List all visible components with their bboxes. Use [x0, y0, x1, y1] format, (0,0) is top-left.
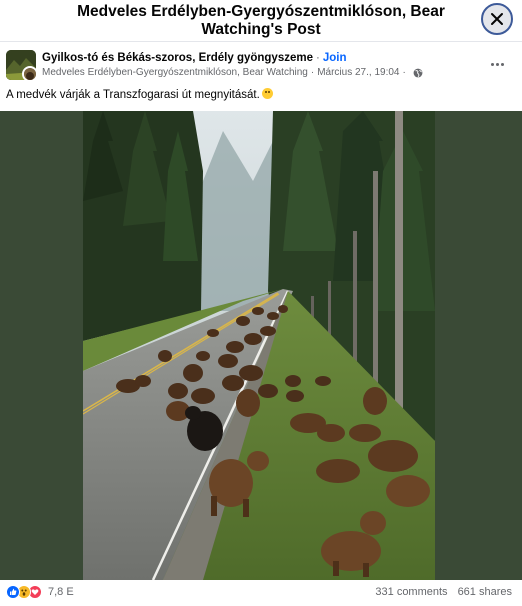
post-media: [0, 111, 522, 580]
page-avatar[interactable]: [22, 66, 38, 82]
post-header: Gyilkos-tó és Békás-szoros, Erdély gyöng…: [0, 42, 522, 86]
more-options-button[interactable]: [484, 54, 510, 74]
comments-count[interactable]: 331 comments: [375, 586, 447, 598]
close-icon: [491, 13, 503, 25]
page-name-link[interactable]: Medveles Erdélyben-Gyergyószentmiklóson,…: [42, 66, 308, 80]
post-text-content: A medvék várják a Transzfogarasi út megn…: [6, 89, 260, 101]
post-footer: 7,8 E 331 comments 661 shares: [0, 580, 522, 606]
globe-icon: [413, 68, 423, 78]
like-reaction-icon: [6, 585, 20, 599]
post-meta: Medveles Erdélyben-Gyergyószentmiklóson,…: [42, 66, 423, 80]
shares-count[interactable]: 661 shares: [458, 586, 512, 598]
grinning-emoji-icon: [261, 88, 273, 99]
more-options-dot: [495, 62, 499, 66]
group-name-link[interactable]: Gyilkos-tó és Békás-szoros, Erdély gyöng…: [42, 52, 313, 64]
post-text: A medvék várják a Transzfogarasi út megn…: [6, 88, 273, 103]
dialog-title: Medveles Erdélyben-Gyergyószentmiklóson,…: [77, 3, 445, 38]
reaction-count[interactable]: 7,8 E: [48, 586, 74, 598]
separator-dot: ·: [310, 67, 315, 78]
reactions-summary[interactable]: 7,8 E: [6, 585, 74, 599]
post-photo[interactable]: [83, 111, 435, 580]
engagement-counts: 331 comments 661 shares: [375, 586, 512, 598]
separator-dot: ·: [402, 67, 406, 78]
dialog-header: Medveles Erdélyben-Gyergyószentmiklóson,…: [0, 0, 522, 42]
post-timestamp[interactable]: Március 27., 19:04: [317, 66, 399, 80]
close-button[interactable]: [481, 3, 513, 35]
separator-dot: ·: [316, 52, 320, 64]
group-line: Gyilkos-tó és Békás-szoros, Erdély gyöng…: [42, 51, 346, 65]
more-options-icon: [490, 62, 494, 66]
more-options-dot: [500, 62, 504, 66]
join-button[interactable]: Join: [323, 52, 347, 64]
